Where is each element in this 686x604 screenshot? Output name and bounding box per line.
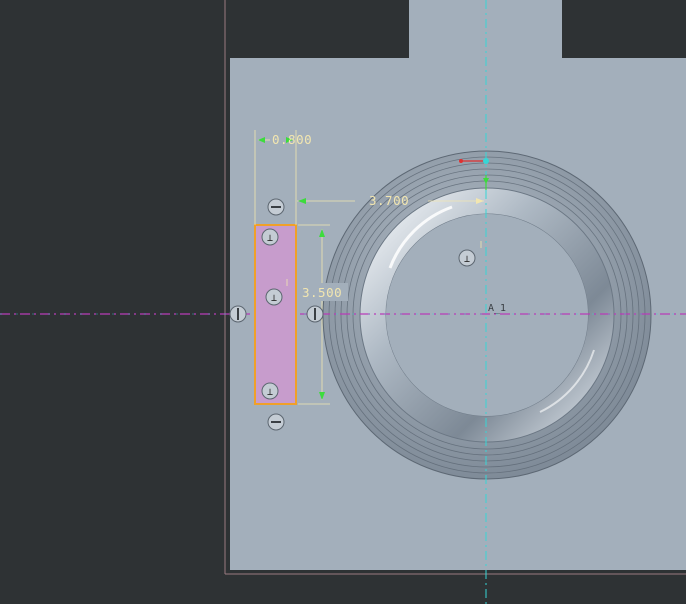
handle-minus-bottom[interactable] [267,413,285,431]
dimension-offset-value[interactable]: 3.700 [369,193,409,208]
constraint-perpendicular-mid-icon: ⊥ [271,293,277,304]
handle-vertical-right[interactable] [306,305,324,323]
handle-vertical-left[interactable] [229,305,247,323]
constraint-perpendicular-bottom-icon: ⊥ [267,387,273,398]
constraint-perpendicular-bottom[interactable]: ⊥ [261,382,279,400]
constraint-perpendicular-ring[interactable]: ⊥ [458,249,476,267]
constraint-perpendicular-ring-icon: ⊥ [464,254,470,265]
constraint-perpendicular-top-icon: ⊥ [267,233,273,244]
constraint-perpendicular-top[interactable]: ⊥ [261,228,279,246]
sketch-rectangle[interactable] [254,224,297,405]
constraint-perpendicular-mid[interactable]: ⊥ [265,288,283,306]
handle-minus-top[interactable] [267,198,285,216]
center-axis-label: A_1 [488,303,506,314]
dimension-width-value[interactable]: 0.800 [272,132,312,147]
dimension-height-value[interactable]: 3.500 [302,285,342,300]
graphics-viewport[interactable]: 0.800 3.700 3.500 ⊥ ⊥ ⊥ ⊥ A_1 [0,0,686,604]
